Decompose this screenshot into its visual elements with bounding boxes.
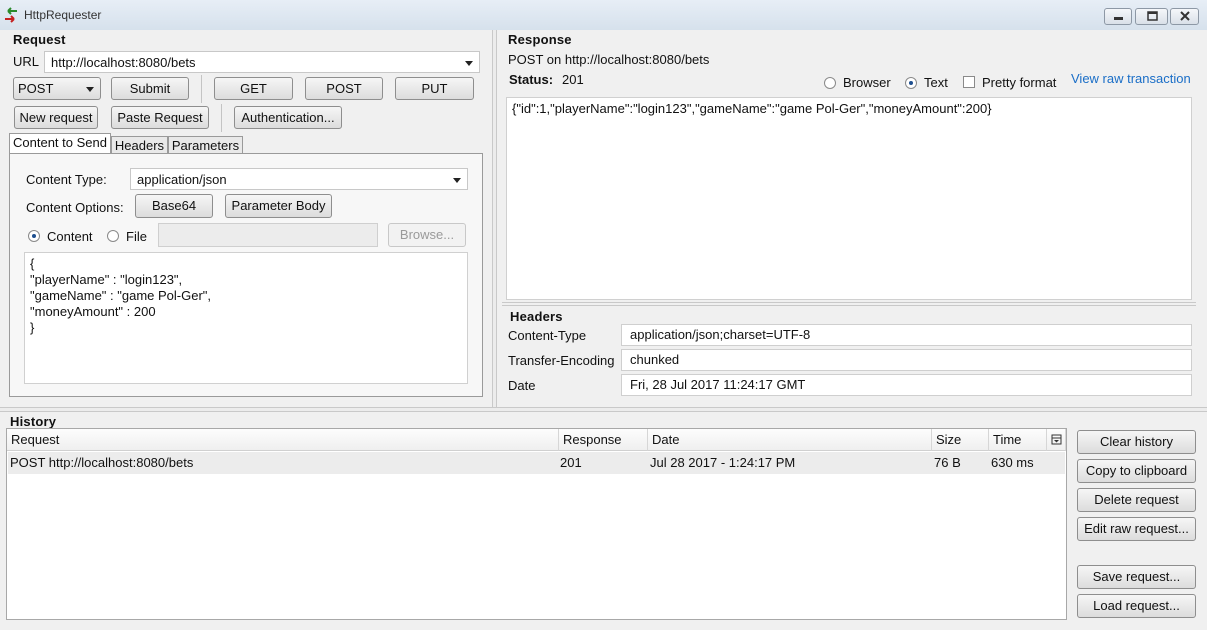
load-request-button[interactable]: Load request...: [1077, 594, 1196, 618]
body-line: "gameName" : "game Pol-Ger",: [30, 288, 212, 303]
row-request: POST http://localhost:8080/bets: [10, 455, 194, 470]
pretty-format-checkbox[interactable]: [963, 76, 975, 88]
column-picker-icon[interactable]: [1047, 429, 1066, 451]
chevron-down-icon[interactable]: [453, 178, 461, 183]
row-response: 201: [560, 455, 582, 470]
content-radio-label: Content: [47, 229, 93, 244]
close-button[interactable]: [1170, 8, 1199, 25]
get-button[interactable]: GET: [214, 77, 293, 100]
headers-section-title: Headers: [510, 309, 563, 324]
column-header-request[interactable]: Request: [7, 429, 559, 451]
chevron-down-icon[interactable]: [465, 61, 473, 66]
column-header-time[interactable]: Time: [989, 429, 1047, 451]
submit-button[interactable]: Submit: [111, 77, 189, 100]
toolbar-divider: [221, 104, 222, 132]
status-value: 201: [562, 72, 584, 87]
content-radio[interactable]: [28, 230, 40, 242]
response-section-title: Response: [508, 32, 572, 47]
tab-headers[interactable]: Headers: [111, 136, 168, 154]
title-bar: HttpRequester: [0, 0, 1207, 30]
browser-radio[interactable]: [824, 77, 836, 89]
paste-request-button[interactable]: Paste Request: [111, 106, 209, 129]
content-options-label: Content Options:: [26, 200, 124, 215]
status-label: Status:: [509, 72, 554, 87]
content-type-label: Content Type:: [26, 172, 107, 187]
content-type-value: application/json: [137, 172, 227, 187]
history-section-title: History: [10, 414, 57, 429]
delete-request-button[interactable]: Delete request: [1077, 488, 1196, 512]
chevron-down-icon[interactable]: [86, 87, 94, 92]
text-radio-label: Text: [924, 75, 948, 90]
request-section-title: Request: [13, 32, 66, 47]
parameter-body-button[interactable]: Parameter Body: [225, 194, 332, 218]
header-name: Date: [508, 378, 536, 393]
file-path-input: [158, 223, 378, 247]
method-select[interactable]: POST: [13, 77, 101, 100]
maximize-button[interactable]: [1135, 8, 1168, 25]
content-type-select[interactable]: application/json: [130, 168, 468, 190]
url-value: http://localhost:8080/bets: [51, 55, 196, 70]
url-input[interactable]: http://localhost:8080/bets: [44, 51, 480, 73]
row-time: 630 ms: [991, 455, 1034, 470]
pretty-format-label: Pretty format: [982, 75, 1057, 90]
table-row[interactable]: POST http://localhost:8080/bets 201 Jul …: [8, 452, 1065, 474]
row-size: 76 B: [934, 455, 961, 470]
header-name: Content-Type: [508, 328, 587, 343]
response-body-text: {"id":1,"playerName":"login123","gameNam…: [512, 101, 992, 116]
authentication-button[interactable]: Authentication...: [234, 106, 342, 129]
browser-radio-label: Browser: [843, 75, 891, 90]
toolbar-divider: [201, 75, 202, 103]
tab-content-to-send[interactable]: Content to Send: [9, 133, 111, 153]
vertical-splitter[interactable]: [492, 30, 497, 408]
header-name: Transfer-Encoding: [508, 353, 615, 368]
file-radio[interactable]: [107, 230, 119, 242]
request-body-editor[interactable]: {"playerName" : "login123", "gameName" : …: [24, 252, 468, 384]
history-table: Request Response Date Size Time POST htt…: [6, 428, 1067, 620]
base64-button[interactable]: Base64: [135, 194, 213, 218]
url-label: URL: [13, 54, 40, 69]
window-title: HttpRequester: [24, 8, 102, 22]
body-line: {: [30, 256, 35, 271]
row-date: Jul 28 2017 - 1:24:17 PM: [650, 455, 796, 470]
post-button[interactable]: POST: [305, 77, 383, 100]
response-summary: POST on http://localhost:8080/bets: [508, 52, 710, 67]
put-button[interactable]: PUT: [395, 77, 474, 100]
column-header-date[interactable]: Date: [648, 429, 932, 451]
column-header-response[interactable]: Response: [559, 429, 648, 451]
app-arrows-icon: [4, 7, 18, 23]
body-line: "playerName" : "login123",: [30, 272, 183, 287]
method-selected: POST: [18, 81, 54, 96]
header-value[interactable]: Fri, 28 Jul 2017 11:24:17 GMT: [621, 374, 1192, 396]
main-splitter[interactable]: [0, 407, 1207, 412]
text-radio[interactable]: [905, 77, 917, 89]
browse-button: Browse...: [388, 223, 466, 247]
tab-parameters[interactable]: Parameters: [168, 136, 243, 154]
file-radio-label: File: [126, 229, 147, 244]
minimize-button[interactable]: [1104, 8, 1132, 25]
edit-raw-request-button[interactable]: Edit raw request...: [1077, 517, 1196, 541]
header-value[interactable]: chunked: [621, 349, 1192, 371]
view-raw-transaction-link[interactable]: View raw transaction: [1071, 71, 1191, 86]
save-request-button[interactable]: Save request...: [1077, 565, 1196, 589]
body-line: "moneyAmount" : 200: [30, 304, 156, 319]
body-line: }: [30, 320, 35, 335]
copy-to-clipboard-button[interactable]: Copy to clipboard: [1077, 459, 1196, 483]
header-value[interactable]: application/json;charset=UTF-8: [621, 324, 1192, 346]
new-request-button[interactable]: New request: [14, 106, 98, 129]
response-body-view[interactable]: {"id":1,"playerName":"login123","gameNam…: [506, 97, 1192, 300]
clear-history-button[interactable]: Clear history: [1077, 430, 1196, 454]
response-splitter[interactable]: [502, 302, 1196, 306]
column-header-size[interactable]: Size: [932, 429, 989, 451]
